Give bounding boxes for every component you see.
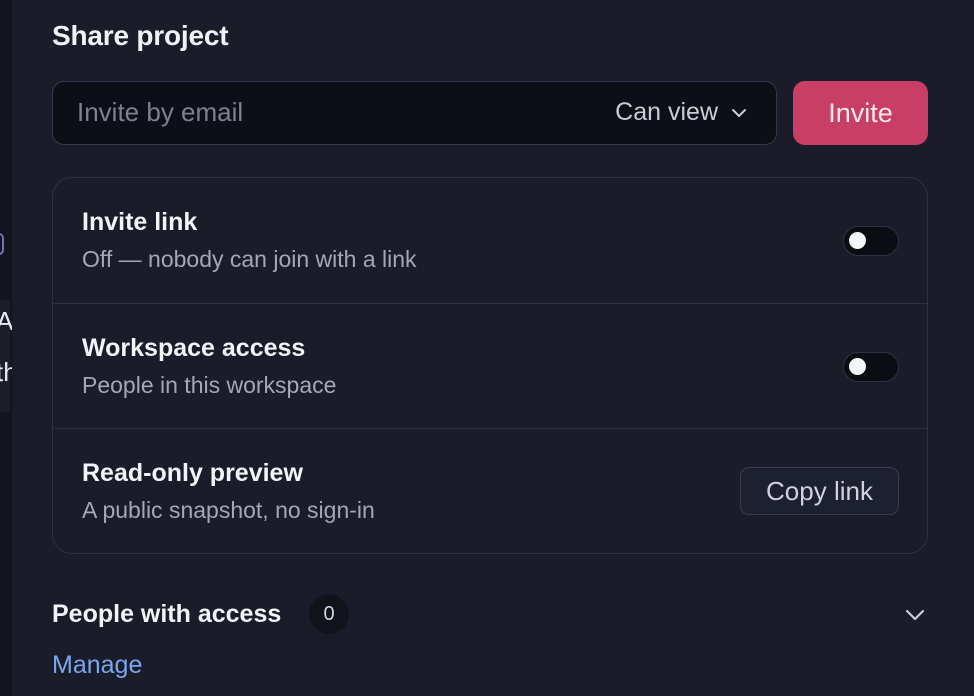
invite-link-subtitle: Off — nobody can join with a link bbox=[82, 246, 417, 272]
invite-button[interactable]: Invite bbox=[793, 81, 928, 145]
people-count-badge: 0 bbox=[309, 594, 349, 634]
workspace-access-row: Workspace access People in this workspac… bbox=[53, 303, 927, 428]
people-with-access-header[interactable]: People with access 0 bbox=[52, 594, 928, 636]
sharing-settings-card: Invite link Off — nobody can join with a… bbox=[52, 177, 928, 554]
chevron-down-icon[interactable] bbox=[902, 602, 928, 628]
workspace-access-subtitle: People in this workspace bbox=[82, 372, 337, 398]
copy-link-button[interactable]: Copy link bbox=[740, 467, 899, 515]
readonly-preview-subtitle: A public snapshot, no sign-in bbox=[82, 497, 375, 523]
invite-link-toggle[interactable] bbox=[843, 226, 899, 256]
email-field-container: Can view bbox=[52, 81, 777, 145]
toggle-knob bbox=[849, 358, 866, 375]
invite-link-row: Invite link Off — nobody can join with a… bbox=[53, 178, 927, 303]
workspace-access-toggle[interactable] bbox=[843, 352, 899, 382]
workspace-access-title: Workspace access bbox=[82, 334, 306, 362]
readonly-preview-row: Read-only preview A public snapshot, no … bbox=[53, 428, 927, 553]
permission-label: Can view bbox=[615, 98, 718, 126]
email-input[interactable] bbox=[77, 82, 577, 143]
backdrop-avatar bbox=[0, 233, 4, 255]
manage-link[interactable]: Manage bbox=[52, 651, 142, 680]
invite-link-title: Invite link bbox=[82, 208, 198, 236]
dialog-title: Share project bbox=[52, 20, 229, 51]
readonly-preview-title: Read-only preview bbox=[82, 459, 303, 487]
permission-dropdown[interactable]: Can view bbox=[615, 82, 748, 143]
people-with-access-label: People with access bbox=[52, 600, 282, 628]
toggle-knob bbox=[849, 232, 866, 249]
chevron-down-icon bbox=[732, 108, 746, 117]
share-dialog: Share project Can view Invite Invite lin… bbox=[12, 0, 974, 696]
invite-row: Can view Invite bbox=[52, 81, 928, 145]
